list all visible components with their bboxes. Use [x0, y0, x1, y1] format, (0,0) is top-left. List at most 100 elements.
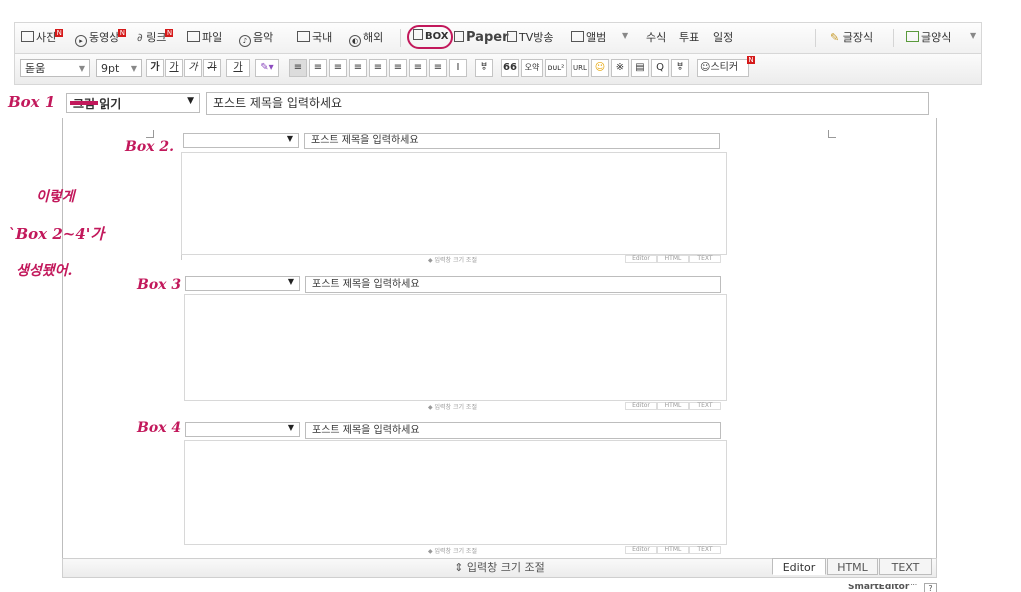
map-icon [297, 31, 310, 42]
indent-button[interactable]: ≡ [429, 59, 447, 77]
font-family-select[interactable]: 돋움 ▼ [20, 59, 90, 77]
file-icon [187, 31, 200, 42]
poll-button[interactable]: 투표 [679, 29, 699, 47]
tab-html[interactable]: HTML [827, 558, 878, 575]
box2-resize-label[interactable]: ◆ 입력창 크기 조절 [428, 255, 477, 264]
box4-resize-label[interactable]: ◆ 입력창 크기 조절 [428, 546, 477, 555]
tv-button[interactable]: TV방송 [507, 29, 553, 47]
more-dropdown-icon[interactable]: ▼ [622, 31, 628, 40]
box3-tab-text[interactable]: TEXT [689, 402, 721, 410]
text-decoration-button[interactable]: ✎ 글장식 [830, 29, 873, 47]
highlight-icon: ✎▾ [260, 62, 274, 73]
annotation-note-line3: 생성됐어. [16, 263, 73, 279]
box3-resize-label[interactable]: ◆ 입력창 크기 조절 [428, 402, 477, 411]
photo-button[interactable]: 사진N [21, 29, 64, 47]
text-template-button[interactable]: 글양식 [906, 29, 951, 47]
video-button[interactable]: ▸ 동영상N [75, 29, 127, 47]
tv-icon [507, 31, 517, 42]
globe-icon: ◐ [349, 35, 361, 47]
box-button[interactable]: BOX [407, 25, 453, 49]
annotation-box1: Box 1 [8, 93, 56, 111]
summary-button[interactable]: 오약 [521, 59, 543, 77]
box3-body[interactable] [184, 294, 727, 401]
box4-title-input[interactable]: 포스트 제목을 입력하세요 [305, 422, 721, 439]
annotation-box3: Box 3 [137, 277, 182, 293]
box3-category-select[interactable]: ▼ [185, 276, 300, 291]
music-button[interactable]: ♪ 음악 [239, 29, 273, 47]
outdent-button[interactable]: ≡ [409, 59, 427, 77]
box4-category-select[interactable]: ▼ [185, 422, 300, 437]
annotation-box2: Box 2. [125, 139, 175, 155]
box-icon [413, 29, 423, 40]
chevron-down-icon[interactable]: ▼ [970, 31, 976, 40]
box2-tab-editor[interactable]: Editor [625, 255, 657, 263]
box2-tab-text[interactable]: TEXT [689, 255, 721, 263]
box2-tab-html[interactable]: HTML [657, 255, 689, 263]
url-button[interactable]: URL [571, 59, 589, 77]
annotation-box4: Box 4 [137, 420, 182, 436]
schedule-button[interactable]: 일정 [713, 29, 733, 47]
link-icon: ∂ [137, 31, 147, 44]
link-button[interactable]: ∂ 링크N [137, 29, 174, 47]
box2-title-input[interactable]: 포스트 제목을 입력하세요 [304, 133, 720, 149]
corner-mark [828, 130, 836, 138]
toolbar-divider [400, 29, 401, 47]
sticker-button[interactable]: ☺스티커 [697, 59, 749, 77]
paper-button[interactable]: Paper [454, 29, 509, 47]
overseas-map-button[interactable]: ◐ 해외 [349, 29, 383, 47]
strikethrough-button[interactable]: 가 [203, 59, 221, 77]
bold-button[interactable]: 가 [146, 59, 164, 77]
new-badge: N [747, 56, 755, 64]
box3-tab-html[interactable]: HTML [657, 402, 689, 410]
music-icon: ♪ [239, 35, 251, 47]
box4-tab-editor[interactable]: Editor [625, 546, 657, 554]
superscript-button[interactable]: ᴅᴜʟ² [545, 59, 567, 77]
chevron-down-icon: ▼ [187, 96, 194, 106]
box3-title-input[interactable]: 포스트 제목을 입력하세요 [305, 276, 721, 293]
toolbar-divider [815, 29, 816, 47]
italic-button[interactable]: 가 [184, 59, 202, 77]
align-right-button[interactable]: ≡ [329, 59, 347, 77]
domestic-map-button[interactable]: 국내 [297, 29, 332, 47]
template-icon [906, 31, 919, 42]
box3-tab-editor[interactable]: Editor [625, 402, 657, 410]
file-button[interactable]: 파일 [187, 29, 222, 47]
box2-category-select[interactable]: ▼ [183, 133, 299, 148]
numbered-list-button[interactable]: ≡ [369, 59, 387, 77]
tab-editor[interactable]: Editor [772, 558, 826, 575]
chevron-down-icon: ▼ [286, 134, 293, 143]
spellcheck-button[interactable]: ㅸ [475, 59, 493, 77]
new-badge: N [165, 29, 174, 37]
chevron-down-icon: ▼ [78, 64, 85, 73]
box4-tab-html[interactable]: HTML [657, 546, 689, 554]
album-button[interactable]: 앨범 [571, 29, 606, 47]
highlight-button[interactable]: ✎▾ [255, 59, 279, 77]
box4-tab-text[interactable]: TEXT [689, 546, 721, 554]
table-button[interactable]: ▤ [631, 59, 649, 77]
align-center-button[interactable]: ≡ [309, 59, 327, 77]
post-title-input[interactable]: 포스트 제목을 입력하세요 [206, 92, 929, 115]
chevron-down-icon: ▼ [130, 64, 137, 73]
bulleted-list-button[interactable]: ≡ [389, 59, 407, 77]
tab-text[interactable]: TEXT [879, 558, 932, 575]
align-left-button[interactable]: ≡ [289, 59, 307, 77]
line-height-button[interactable]: I [449, 59, 467, 77]
new-badge: N [55, 29, 64, 37]
emoticon-button[interactable]: ☺ [591, 59, 609, 77]
special-char-button[interactable]: ※ [611, 59, 629, 77]
toolbar-primary: 사진N ▸ 동영상N ∂ 링크N 파일 ♪ 음악 국내 ◐ 해외 BOX Paper … [14, 22, 982, 53]
formula-button[interactable]: 수식 [646, 29, 666, 47]
quote-button[interactable]: 66 [501, 59, 519, 77]
spell-button[interactable]: ㅸ [671, 59, 689, 77]
font-size-select[interactable]: 9pt ▼ [96, 59, 142, 77]
underline-button[interactable]: 가 [165, 59, 183, 77]
box4-body[interactable] [184, 440, 727, 545]
find-button[interactable]: Q [651, 59, 669, 77]
annotation-note-line1: 이렇게 [36, 189, 75, 205]
toolbar-formatting: 돋움 ▼ 9pt ▼ 가 가 가 가 가 ✎▾ ≡ ≡ ≡ ≡ ≡ ≡ ≡ ≡ I … [14, 53, 982, 85]
font-color-button[interactable]: 가 [226, 59, 250, 77]
box2-body[interactable] [181, 152, 727, 255]
smile-icon: ☺ [700, 62, 711, 73]
align-justify-button[interactable]: ≡ [349, 59, 367, 77]
play-icon: ▸ [75, 35, 87, 47]
